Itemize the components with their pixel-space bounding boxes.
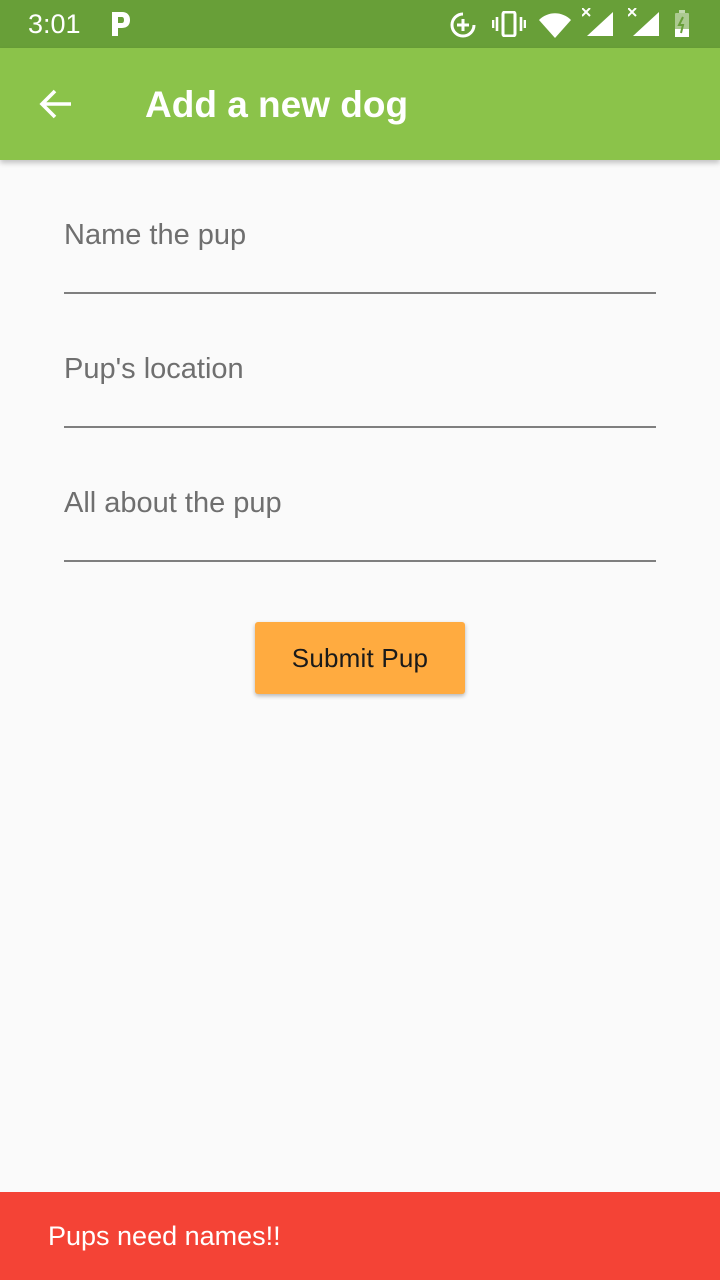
- name-input[interactable]: [64, 208, 656, 262]
- wifi-icon: [539, 13, 571, 38]
- arrow-back-icon: [39, 89, 71, 119]
- about-input[interactable]: [64, 476, 656, 530]
- submit-button[interactable]: Submit Pup: [255, 622, 465, 694]
- battery-icon: [675, 10, 689, 37]
- signal-icon: [628, 8, 659, 36]
- back-button[interactable]: [24, 72, 88, 136]
- snackbar: Pups need names!!: [0, 1192, 720, 1280]
- name-field[interactable]: [64, 208, 656, 294]
- status-bar: 3:01: [0, 0, 720, 48]
- app-bar: Add a new dog: [0, 48, 720, 160]
- about-field[interactable]: [64, 476, 656, 562]
- vibrate-icon: [492, 11, 526, 37]
- name-field-underline: [64, 292, 656, 294]
- parking-icon: [112, 12, 130, 36]
- snackbar-message: Pups need names!!: [48, 1221, 281, 1251]
- about-field-underline: [64, 560, 656, 562]
- data-saver-icon: [450, 12, 476, 38]
- status-time: 3:01: [28, 9, 81, 39]
- location-field-underline: [64, 426, 656, 428]
- signal-icon: [582, 8, 613, 36]
- submit-button-label: Submit Pup: [291, 642, 429, 673]
- location-field[interactable]: [64, 342, 656, 428]
- location-input[interactable]: [64, 342, 656, 396]
- page-title: Add a new dog: [145, 84, 409, 125]
